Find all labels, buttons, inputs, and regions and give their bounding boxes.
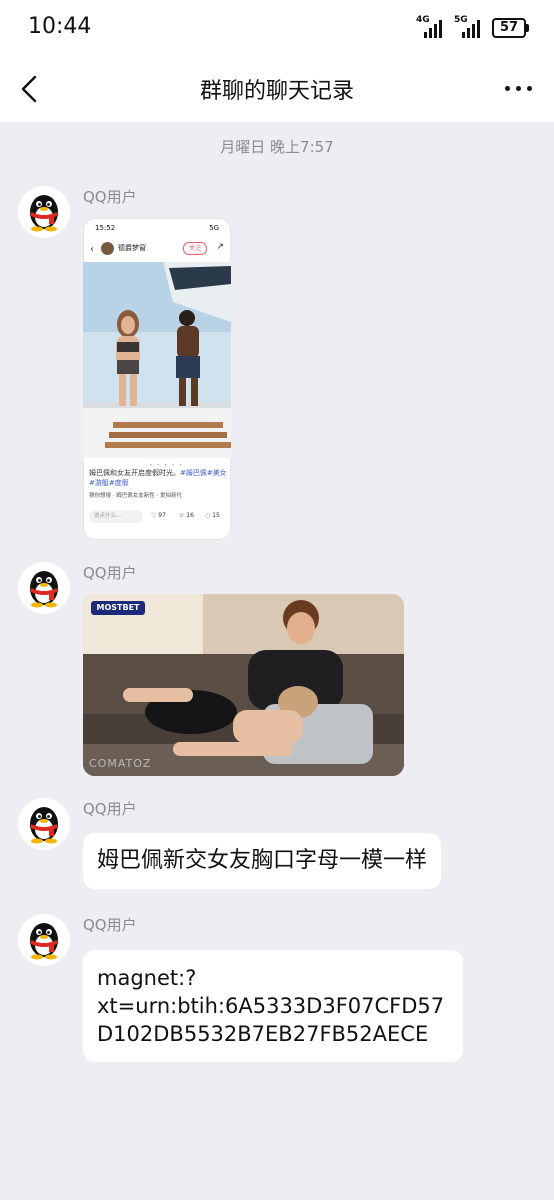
message-line: xt=urn:btih:6A5333D3F07CFD57 <box>97 994 445 1018</box>
message-line: D102DB5532B7EB27FB52AECE <box>97 1022 429 1046</box>
penguin-avatar-icon <box>18 914 70 966</box>
shot-favorite-count: ☆ 16 <box>179 512 194 519</box>
penguin-avatar-icon <box>18 798 70 850</box>
message-item: QQ用户 MOSTBET COMATOZ <box>18 562 538 782</box>
message-line: magnet:? <box>97 966 197 990</box>
avatar[interactable] <box>18 798 70 850</box>
shot-share-icon: ↗ <box>216 242 224 252</box>
text-message-bubble[interactable]: 姆巴佩新交女友胸口字母一模一样 <box>83 833 442 889</box>
shot-follow-button: 关注 <box>183 242 207 255</box>
more-options-icon[interactable] <box>505 86 532 91</box>
message-item: QQ用户 15:52 5G ‹ 德爵梦窗 关注 ↗ • • • • • 姆巴佩和… <box>18 186 538 546</box>
shot-caption: 姆巴佩和女友开启度假时光。#姆巴佩#美女#游艇#度假 <box>89 469 227 487</box>
photo-watermark: COMATOZ <box>89 757 152 770</box>
shot-status-network: 5G <box>209 224 219 232</box>
shot-avatar <box>101 242 114 255</box>
signal-4g-icon: 4G <box>416 15 446 39</box>
shot-photo <box>83 262 231 458</box>
shot-comment-count: ◌ 15 <box>205 512 220 519</box>
image-message[interactable]: 15:52 5G ‹ 德爵梦窗 关注 ↗ • • • • • 姆巴佩和女友开启度… <box>83 218 231 540</box>
penguin-avatar-icon <box>18 562 70 614</box>
sender-name: QQ用户 <box>83 564 137 582</box>
shot-account-name: 德爵梦窗 <box>118 244 146 252</box>
avatar[interactable] <box>18 914 70 966</box>
sender-name: QQ用户 <box>83 800 137 818</box>
mostbet-logo: MOSTBET <box>91 601 145 615</box>
penguin-avatar-icon <box>18 186 70 238</box>
back-arrow-icon[interactable] <box>18 74 46 104</box>
status-time: 10:44 <box>28 14 92 39</box>
status-bar: 10:44 4G 5G 57 <box>0 0 554 56</box>
battery-icon: 57 <box>492 18 529 38</box>
text-message-bubble[interactable]: magnet:? xt=urn:btih:6A5333D3F07CFD57 D1… <box>83 950 463 1062</box>
shot-header: ‹ 德爵梦窗 关注 ↗ <box>83 238 231 260</box>
sender-name: QQ用户 <box>83 188 137 206</box>
shot-comment-input: 说点什么... <box>89 510 143 523</box>
image-message[interactable]: MOSTBET COMATOZ <box>83 594 404 776</box>
shot-like-count: ♡ 97 <box>151 512 166 519</box>
shot-related-search: 猜你想搜 · 姆巴佩女友新性 · 爱拍新托 <box>89 493 182 499</box>
top-bar: 群聊的聊天记录 <box>0 56 554 122</box>
avatar[interactable] <box>18 562 70 614</box>
message-item: QQ用户 姆巴佩新交女友胸口字母一模一样 <box>18 798 538 898</box>
signal-5g-icon: 5G <box>454 15 484 39</box>
status-icons: 4G 5G 57 <box>416 15 529 40</box>
page-title: 群聊的聊天记录 <box>199 79 354 104</box>
message-timestamp: 月曜日 晚上7:57 <box>220 138 334 156</box>
shot-status-time: 15:52 <box>95 224 116 232</box>
sender-name: QQ用户 <box>83 916 137 934</box>
avatar[interactable] <box>18 186 70 238</box>
shot-back-icon: ‹ <box>90 244 94 255</box>
message-item: QQ用户 magnet:? xt=urn:btih:6A5333D3F07CFD… <box>18 914 538 1074</box>
